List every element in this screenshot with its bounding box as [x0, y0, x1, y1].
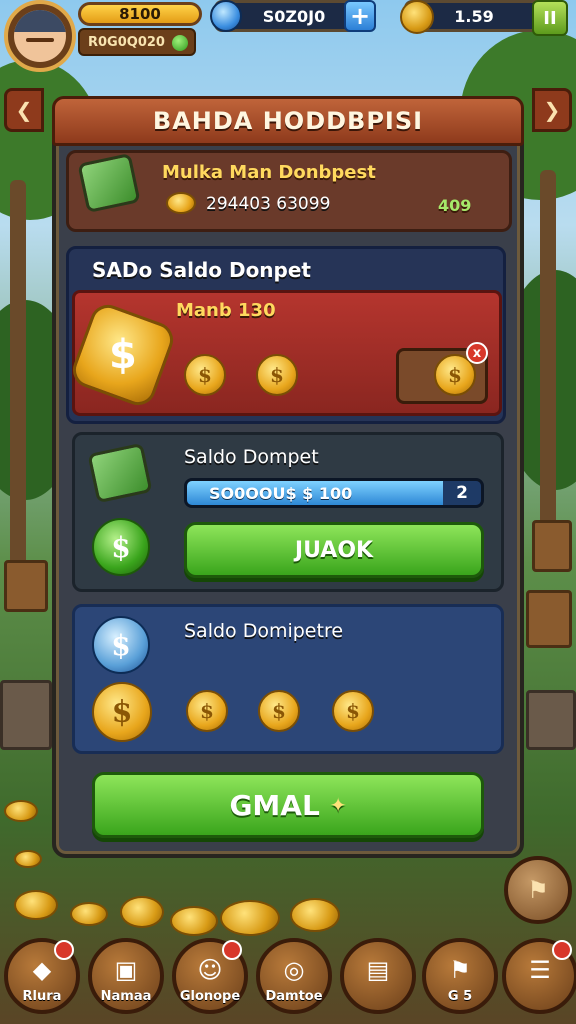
progress-title: Saldo Dompet — [184, 446, 319, 468]
coin-icon — [400, 0, 434, 34]
progress-count: 2 — [443, 481, 481, 505]
map-icon: ⚑ — [527, 876, 549, 904]
coin-icon: $ — [332, 690, 374, 732]
energy-bar: 8100 — [78, 2, 202, 26]
wallet-label: Mulka Man Donbpest — [162, 162, 376, 183]
avatar-icon — [14, 10, 66, 62]
coins-value: 1.59 — [454, 6, 494, 26]
coin-icon: $ — [256, 354, 298, 396]
sparkle-icon: ✦ — [329, 793, 347, 817]
juaok-button[interactable]: JUAOK — [184, 522, 484, 578]
energy-value: 8100 — [119, 5, 161, 23]
coin-stack-icon: ◎ — [283, 956, 305, 984]
bottom-nav-item[interactable]: ▤ — [340, 938, 416, 1014]
bottom-nav-item[interactable]: ▣ Namaa — [88, 938, 164, 1014]
bottom-nav-label: Namaa — [100, 989, 152, 1004]
gems-value: S0Z0J0 — [262, 6, 326, 26]
menu-icon: ☰ — [529, 956, 551, 984]
player-avatar[interactable] — [4, 0, 76, 72]
map-button[interactable]: ⚑ — [504, 856, 572, 924]
gift-box-icon: ▤ — [366, 956, 390, 984]
trophy-icon: ⚑ — [449, 956, 471, 984]
bottom-nav-item[interactable]: ◆ Rlura — [4, 938, 80, 1014]
gem-icon — [210, 0, 242, 32]
bottom-nav-item[interactable]: ☰ — [502, 938, 576, 1014]
level-box: R0G0Q020 — [78, 28, 196, 56]
fish-icon: ◆ — [32, 956, 52, 984]
hud-menu-button[interactable]: II — [532, 0, 568, 36]
saldo-title: SADo Saldo Donpet — [92, 258, 311, 282]
card-icon: ▣ — [114, 956, 138, 984]
notification-badge-icon — [222, 940, 242, 960]
bottom-nav-label: G 5 — [447, 989, 473, 1004]
close-icon[interactable]: x — [466, 342, 488, 364]
notification-badge-icon — [552, 940, 572, 960]
progress-text: SO0OOU$ $ 100 — [209, 484, 353, 503]
wallet-bonus: 409 — [438, 196, 472, 215]
green-coin-icon: $ — [92, 518, 150, 576]
bottom-nav-label: Glonope — [179, 989, 241, 1004]
gmal-button[interactable]: GMAL ✦ — [92, 772, 484, 838]
notification-badge-icon — [54, 940, 74, 960]
panel-title: BAHDA HODDBPISI — [52, 96, 524, 146]
bottom-nav-item[interactable]: ⚑ G 5 — [422, 938, 498, 1014]
saldo-subtitle: Manb 130 — [176, 300, 276, 321]
next-arrow-button[interactable]: ❯ — [532, 88, 572, 132]
coin-icon: $ — [184, 354, 226, 396]
bottom-nav-item[interactable]: ◎ Damtoe — [256, 938, 332, 1014]
saldo-progress-bar: SO0OOU$ $ 100 2 — [184, 478, 484, 508]
bottom-nav-label: Rlura — [22, 989, 62, 1004]
bottom-nav-item[interactable]: ☺ Glonope — [172, 938, 248, 1014]
coin-icon: $ — [258, 690, 300, 732]
silver-coin-icon: $ — [92, 616, 150, 674]
coin-icon: $ — [92, 682, 152, 742]
green-orb-icon — [172, 35, 188, 51]
coin-stack-icon — [166, 192, 196, 214]
prev-arrow-button[interactable]: ❮ — [4, 88, 44, 132]
level-text: R0G0Q020 — [88, 34, 165, 50]
add-gems-button[interactable]: + — [344, 0, 376, 32]
bottom-nav-label: Damtoe — [265, 989, 323, 1004]
gmal-button-label: GMAL — [229, 788, 320, 822]
coins-title: Saldo Domipetre — [184, 620, 344, 642]
wallet-amount: 294403 63099 — [206, 194, 331, 214]
hero-icon: ☺ — [197, 956, 223, 984]
coin-icon: $ — [186, 690, 228, 732]
